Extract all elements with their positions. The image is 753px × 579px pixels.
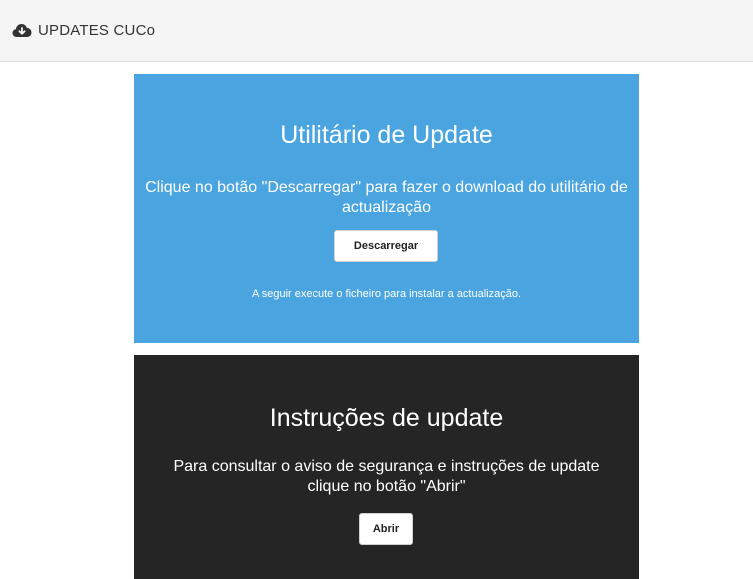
utility-panel-description: Clique no botão "Descarregar" para fazer… bbox=[145, 179, 628, 216]
utility-panel: Utilitário de Update Clique no botão "De… bbox=[134, 74, 639, 343]
cloud-download-icon bbox=[12, 23, 34, 39]
instructions-panel-title: Instruções de update bbox=[269, 404, 504, 432]
page-title: UPDATES CUCo bbox=[38, 22, 156, 39]
instructions-panel: Instruções de update Para consultar o av… bbox=[134, 355, 639, 579]
instructions-panel-description: Para consultar o aviso de segurança e in… bbox=[173, 458, 600, 495]
download-button[interactable]: Descarregar bbox=[334, 230, 438, 262]
top-bar: UPDATES CUCo bbox=[0, 0, 753, 62]
utility-panel-title: Utilitário de Update bbox=[280, 121, 493, 149]
open-button[interactable]: Abrir bbox=[359, 513, 413, 545]
utility-panel-note: A seguir execute o ficheiro para instala… bbox=[251, 288, 522, 300]
